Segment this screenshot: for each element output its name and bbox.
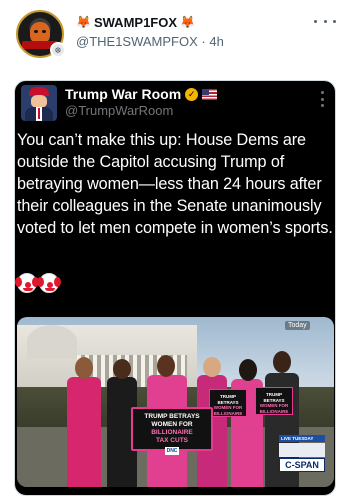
verified-gold-icon: ✓ [185, 87, 199, 101]
avatar-eye-left [34, 30, 38, 33]
author-handle[interactable]: @THE1SWAMPFOX [76, 34, 198, 49]
embedded-post-text: You can’t make this up: House Dems are o… [17, 131, 333, 237]
post-card[interactable]: ☸ 🦊 SWAMP1FOX 🦊 @THE1SWAMPFOX · 4h Trump… [0, 0, 351, 500]
fox-emoji-icon: 🦊 [180, 15, 195, 29]
embedded-author-handle: @TrumpWarRoom [65, 103, 174, 118]
today-label: Today [285, 321, 310, 330]
person-head [273, 351, 291, 373]
embedded-author-avatar [21, 85, 57, 121]
author-handle-line: @THE1SWAMPFOX · 4h [76, 33, 316, 50]
separator-dot: · [201, 34, 206, 49]
post-header: 🦊 SWAMP1FOX 🦊 @THE1SWAMPFOX · 4h [76, 14, 316, 50]
person-pink-suit [67, 377, 101, 487]
us-flag-icon [202, 88, 218, 100]
held-sign-left: TRUMP BETRAYS WOMEN FOR BILLIONAIRE [209, 389, 247, 417]
person-head [157, 355, 175, 377]
press-conference-photo: TRUMP BETRAYS WOMEN FOR BILLIONAIRE TRUM… [17, 317, 334, 487]
fox-emoji-icon: 🦊 [76, 15, 91, 29]
live-label: LIVE TUESDAY [279, 435, 325, 442]
cspan-logo: C-SPAN [279, 458, 325, 472]
person-head [75, 357, 93, 379]
held-sign-right: TRUMP BETRAYS WOMEN FOR BILLIONAIRE [255, 387, 293, 415]
post-time[interactable]: 4h [209, 34, 223, 49]
embedded-author-name: Trump War Room ✓ [65, 85, 218, 103]
author-display-name[interactable]: 🦊 SWAMP1FOX 🦊 [76, 14, 316, 31]
clown-face-icon [37, 273, 61, 293]
cspan-bug: LIVE TUESDAY C-SPAN [279, 435, 325, 473]
person-head [113, 359, 131, 379]
author-name-text[interactable]: SWAMP1FOX [94, 14, 177, 31]
emoji-row [15, 273, 61, 293]
podium-sign: TRUMP BETRAYS WOMEN FOR BILLIONAIRE TAX … [131, 407, 213, 455]
person-head [239, 359, 257, 381]
embedded-more-icon [321, 91, 325, 107]
clown-face-icon [15, 273, 39, 293]
capitol-seal-icon [279, 443, 325, 457]
avatar-eye-right [42, 30, 46, 33]
more-options-icon[interactable] [314, 16, 336, 26]
avatar-badge-icon: ☸ [50, 42, 66, 58]
person-head [203, 357, 221, 377]
embedded-author-name-text: Trump War Room [65, 86, 182, 102]
post-media-image[interactable]: Trump War Room ✓ @TrumpWarRoom You can’t… [14, 80, 336, 496]
